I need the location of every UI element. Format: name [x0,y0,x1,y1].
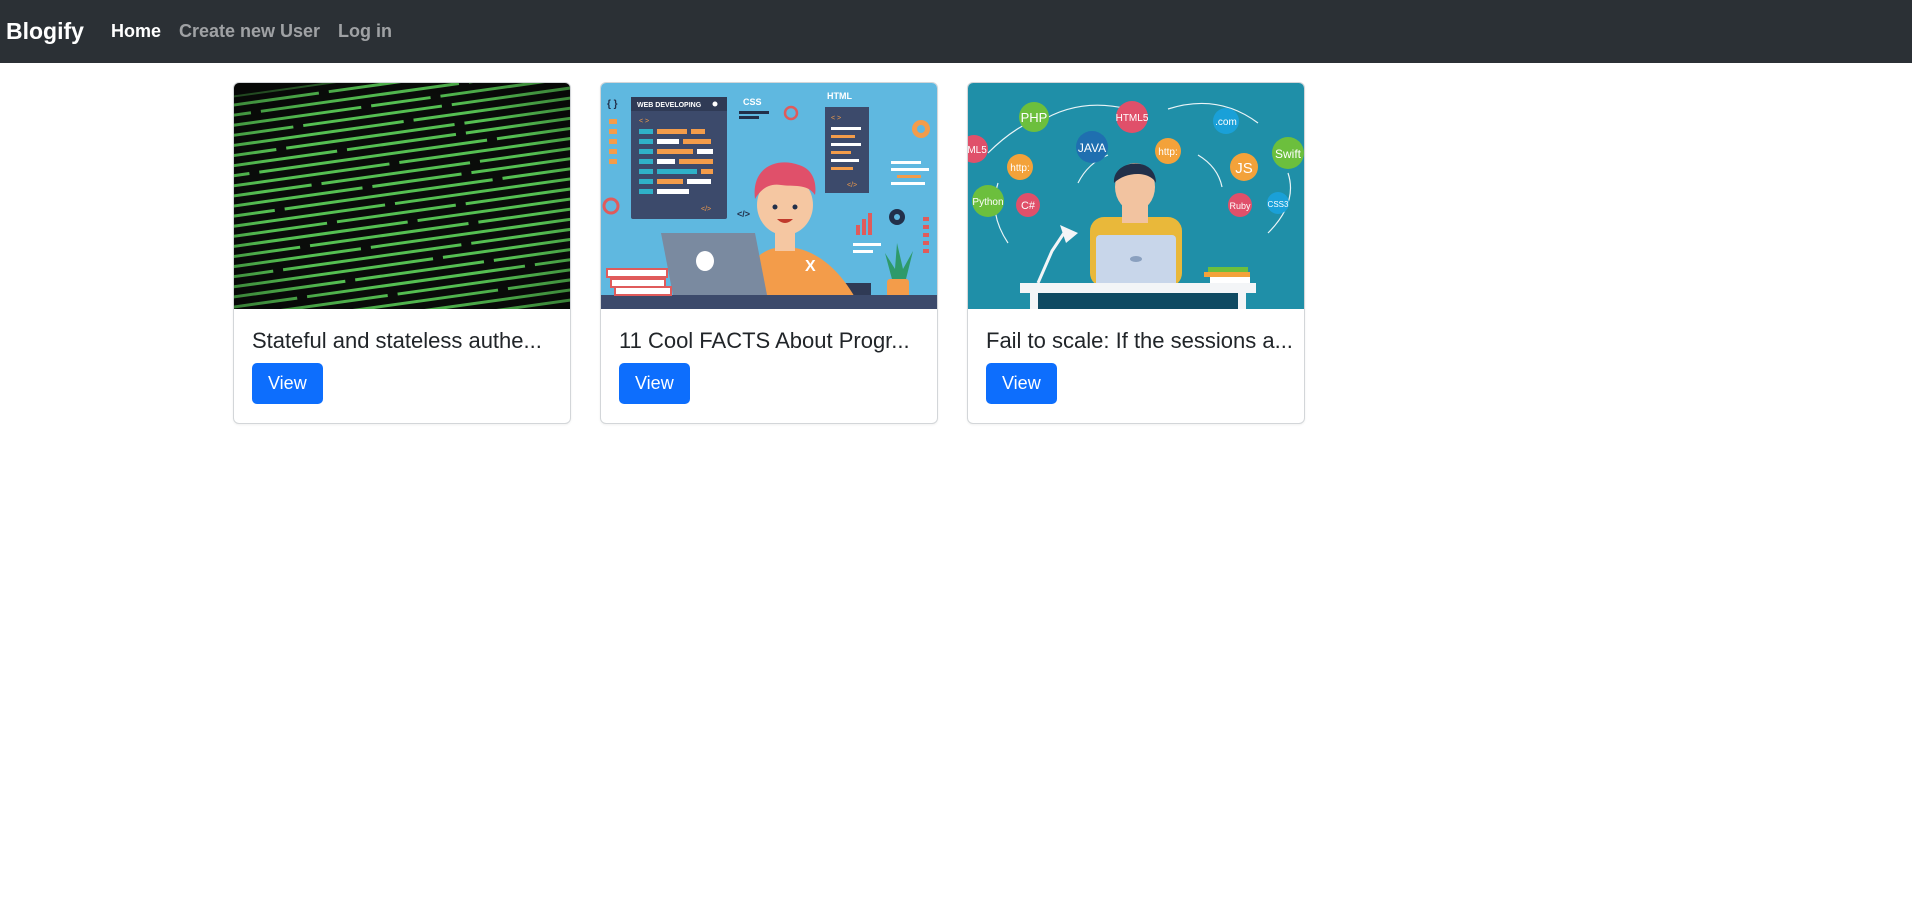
braces-text: { } [607,99,618,110]
php-badge: PHP [1021,110,1048,125]
post-title: Stateful and stateless authe... [252,328,542,353]
http-badge-right: http: [1158,147,1177,158]
web-developer-illustration: WEB DEVELOPING < > </> { } CSS HTML < > [601,83,937,309]
ruby-badge: Ruby [1229,201,1251,211]
css3-badge: CSS3 [1268,200,1289,209]
java-badge: JAVA [1078,141,1106,155]
nav-link-home[interactable]: Home [111,21,161,42]
js-badge: JS [1235,160,1253,177]
view-post-button[interactable]: View [986,363,1057,404]
csharp-badge: C# [1021,200,1036,212]
http-badge-left: http: [1010,163,1029,174]
code-tag-text: </> [737,209,750,219]
post-title: Fail to scale: If the sessions a... [986,328,1293,353]
brand-logo[interactable]: Blogify [6,18,84,45]
post-card: PHP HTML5 JAVA http: http: .com JS Swift… [967,82,1305,424]
html-text: HTML [827,91,852,101]
html-tag-text: < > [831,115,841,122]
x-text: X [805,258,816,275]
post-card: WEB DEVELOPING < > </> { } CSS HTML < > [600,82,938,424]
close-tag-text: </> [701,206,711,213]
web-developing-text: WEB DEVELOPING [637,102,702,109]
programming-languages-illustration: PHP HTML5 JAVA http: http: .com JS Swift… [968,83,1304,309]
nav-link-create-new-user[interactable]: Create new User [179,21,320,42]
html5-badge: HTML5 [1116,113,1149,124]
post-card-list: Stateful and stateless authe... View WEB… [233,82,1305,424]
navbar: Blogify Home Create new User Log in [0,0,1912,63]
python-badge: Python [972,197,1003,208]
post-card: Stateful and stateless authe... View [233,82,571,424]
html-close-tag-text: </> [847,182,857,189]
css-text: CSS [743,97,762,107]
nav-link-log-in[interactable]: Log in [338,21,392,42]
view-post-button[interactable]: View [619,363,690,404]
com-badge: .com [1215,117,1237,128]
view-post-button[interactable]: View [252,363,323,404]
code-screen-image [234,83,570,309]
swift-badge: Swift [1275,147,1302,161]
tml5-badge: TML5 [968,145,987,156]
tag-text: < > [639,118,649,125]
post-title: 11 Cool FACTS About Progr... [619,328,910,353]
